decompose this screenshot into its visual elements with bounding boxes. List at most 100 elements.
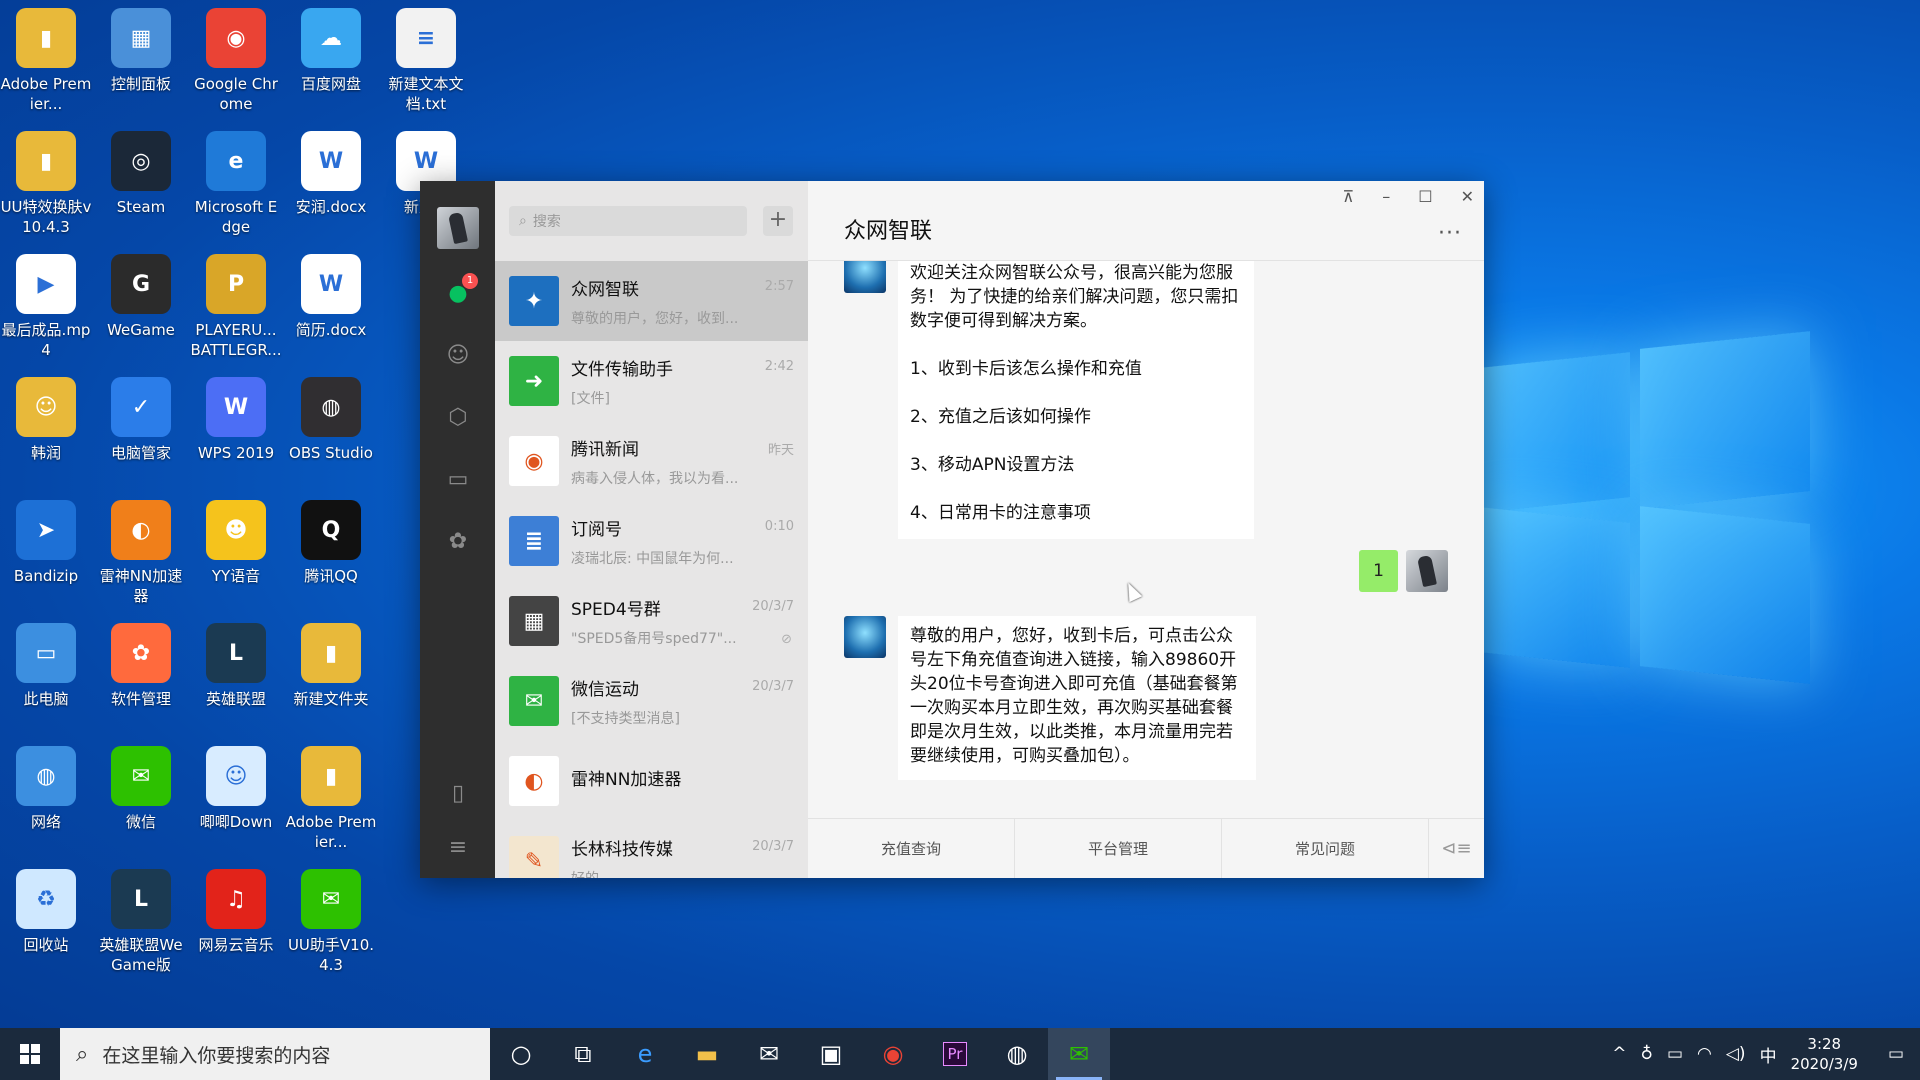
app-icon: ☺ xyxy=(16,377,76,437)
desktop-icon-label: 简历.docx xyxy=(295,321,367,339)
desktop-icon[interactable]: W 简历.docx xyxy=(285,250,377,368)
contacts-icon[interactable]: ☺ xyxy=(444,341,472,369)
desktop-icon[interactable]: L 英雄联盟WeGame版 xyxy=(95,865,187,983)
desktop-icon[interactable]: ☺ 韩润 xyxy=(0,373,92,491)
official-account-avatar[interactable] xyxy=(844,261,886,293)
more-button[interactable]: ··· xyxy=(1438,221,1462,246)
chat-time: 20/3/7 xyxy=(752,679,794,694)
obs-icon[interactable]: ◍ xyxy=(986,1028,1048,1080)
favorites-icon[interactable]: ⬡ xyxy=(444,403,472,431)
chat-list-item[interactable]: ◉ 腾讯新闻 病毒入侵人体，我以为看... 昨天 xyxy=(495,421,808,501)
desktop-icon[interactable]: Q 腾讯QQ xyxy=(285,496,377,614)
desktop-icon[interactable]: L 英雄联盟 xyxy=(190,619,282,737)
desktop-icon[interactable]: ▮ 新建文件夹 xyxy=(285,619,377,737)
network-icon[interactable]: ◠ xyxy=(1697,1044,1712,1064)
desktop-icon[interactable]: ✿ 软件管理 xyxy=(95,619,187,737)
chrome-icon[interactable]: ◉ xyxy=(862,1028,924,1080)
mail-icon[interactable]: ✉ xyxy=(738,1028,800,1080)
app-icon: ◉ xyxy=(206,8,266,68)
keyboard-toggle-icon[interactable]: ⊲≡ xyxy=(1429,819,1484,878)
file-explorer-icon[interactable]: ▬ xyxy=(676,1028,738,1080)
desktop-icon[interactable]: W 安润.docx xyxy=(285,127,377,245)
store-icon[interactable]: ▣ xyxy=(800,1028,862,1080)
conversation-panel: 众网智联 ⊼ – ☐ ✕ ··· 欢迎关注众网智联公众号，很高兴能为您服务！ 为… xyxy=(808,181,1484,878)
desktop-icon[interactable]: ▶ 最后成品.mp4 xyxy=(0,250,92,368)
close-button[interactable]: ✕ xyxy=(1461,187,1474,206)
tray-expand-icon[interactable]: ^ xyxy=(1612,1044,1626,1064)
add-button[interactable]: + xyxy=(763,206,793,236)
task-view-icon[interactable]: ⧉ xyxy=(552,1028,614,1080)
desktop-icon[interactable]: ◉ Google Chrome xyxy=(190,4,282,122)
chat-list-item[interactable]: ➜ 文件传输助手 [文件] 2:42 xyxy=(495,341,808,421)
desktop-icon[interactable]: ✉ UU助手V10.4.3 xyxy=(285,865,377,983)
pin-icon[interactable]: ⊼ xyxy=(1343,187,1355,206)
chat-list-item[interactable]: ✎长林科技传媒好的20/3/7 xyxy=(495,821,808,878)
chat-list: ✦ 众网智联 尊敬的用户，您好，收到... 2:57 ➜ 文件传输助手 [文件] 2:42 ◉ 腾… xyxy=(495,261,808,878)
desktop-icon[interactable]: ☺ 唧唧Down xyxy=(190,742,282,860)
chat-avatar: ✦ xyxy=(509,276,559,326)
window-controls: ⊼ – ☐ ✕ xyxy=(1343,187,1474,206)
message-area: 欢迎关注众网智联公众号，很高兴能为您服务！ 为了快捷的给亲们解决问题，您只需扣数… xyxy=(808,261,1484,818)
chat-list-item[interactable]: ▦ SPED4号群 "SPED5备用号sped77"... 20/3/7 ⊘ xyxy=(495,581,808,661)
chat-list-item[interactable]: ✦ 众网智联 尊敬的用户，您好，收到... 2:57 xyxy=(495,261,808,341)
profile-avatar[interactable] xyxy=(436,207,479,249)
notification-icon[interactable]: ▭ xyxy=(1888,1044,1904,1064)
edge-icon[interactable]: e xyxy=(614,1028,676,1080)
chat-list-item[interactable]: ✉ 微信运动 [不支持类型消息] 20/3/7 xyxy=(495,661,808,741)
desktop-icon[interactable]: ≡ 新建文本文档.txt xyxy=(380,4,472,122)
desktop-icon[interactable]: ▮ UU特效换肤v10.4.3 xyxy=(0,127,92,245)
taskbar-search[interactable]: ⌕ 在这里输入你要搜索的内容 xyxy=(60,1028,490,1080)
menu-platform-management[interactable]: 平台管理 xyxy=(1015,819,1222,878)
desktop-icon-label: 百度网盘 xyxy=(300,75,361,93)
desktop-icon[interactable]: ◍ 网络 xyxy=(0,742,92,860)
desktop-icon[interactable]: ☻ YY语音 xyxy=(190,496,282,614)
menu-icon[interactable]: ≡ xyxy=(444,833,472,861)
desktop-icon-label: Steam xyxy=(116,198,166,216)
premiere-icon[interactable]: Pr xyxy=(924,1028,986,1080)
app-icon: ▮ xyxy=(301,746,361,806)
desktop-icon[interactable]: W WPS 2019 xyxy=(190,373,282,491)
desktop-icon[interactable]: G WeGame xyxy=(95,250,187,368)
desktop-icon[interactable]: ◍ OBS Studio xyxy=(285,373,377,491)
desktop-icon[interactable]: ▭ 此电脑 xyxy=(0,619,92,737)
folder-icon[interactable]: ▭ xyxy=(444,465,472,493)
desktop-icon[interactable]: ✓ 电脑管家 xyxy=(95,373,187,491)
chat-icon[interactable]: ● 1 xyxy=(444,273,478,307)
my-avatar[interactable] xyxy=(1406,550,1448,592)
desktop-icon[interactable]: ☁ 百度网盘 xyxy=(285,4,377,122)
wechat-taskbar-icon[interactable]: ✉ xyxy=(1048,1028,1110,1080)
maximize-button[interactable]: ☐ xyxy=(1418,187,1432,206)
desktop-icon[interactable]: ▦ 控制面板 xyxy=(95,4,187,122)
desktop-icon[interactable]: ▮ Adobe Premier... xyxy=(0,4,92,122)
desktop-icon-label: WPS 2019 xyxy=(197,444,275,462)
menu-faq[interactable]: 常见问题 xyxy=(1222,819,1429,878)
message-option: 2、充值之后该如何操作 xyxy=(910,407,1091,427)
minimize-button[interactable]: – xyxy=(1382,187,1390,206)
desktop-icon[interactable]: e Microsoft Edge xyxy=(190,127,282,245)
phone-icon[interactable]: ▯ xyxy=(444,779,472,807)
desktop-icon[interactable]: ♫ 网易云音乐 xyxy=(190,865,282,983)
clock[interactable]: 3:28 2020/3/9 xyxy=(1791,1034,1858,1074)
desktop-icon[interactable]: ◐ 雷神NN加速器 xyxy=(95,496,187,614)
chat-list-item[interactable]: ≣ 订阅号 凌瑞北辰: 中国鼠年为何... 0:10 xyxy=(495,501,808,581)
cortana-icon[interactable]: ○ xyxy=(490,1028,552,1080)
desktop-icon[interactable]: ✉ 微信 xyxy=(95,742,187,860)
chat-list-item[interactable]: ◐ 雷神NN加速器 xyxy=(495,741,808,821)
search-input[interactable]: ⌕ 搜索 xyxy=(509,206,747,236)
chat-info: 文件传输助手 [文件] xyxy=(571,355,794,408)
desktop-icon[interactable]: ▮ Adobe Premier... xyxy=(285,742,377,860)
ime-indicator[interactable]: 中 xyxy=(1760,1042,1777,1067)
microphone-icon[interactable]: ♁ xyxy=(1640,1044,1652,1064)
menu-recharge-query[interactable]: 充值查询 xyxy=(808,819,1015,878)
official-account-avatar[interactable] xyxy=(844,616,886,658)
desktop-icon[interactable]: P PLAYERU... BATTLEGR... xyxy=(190,250,282,368)
moments-icon[interactable]: ✿ xyxy=(444,527,472,555)
desktop-icon[interactable]: ◎ Steam xyxy=(95,127,187,245)
desktop-icon-label: 新建文件夹 xyxy=(293,690,369,708)
battery-icon[interactable]: ▭ xyxy=(1667,1044,1683,1064)
desktop-icon[interactable]: ♻ 回收站 xyxy=(0,865,92,983)
start-button[interactable] xyxy=(0,1028,60,1080)
volume-icon[interactable]: ◁) xyxy=(1726,1044,1746,1064)
desktop-icon[interactable]: ➤ Bandizip xyxy=(0,496,92,614)
desktop-icon-label: 微信 xyxy=(125,813,156,831)
